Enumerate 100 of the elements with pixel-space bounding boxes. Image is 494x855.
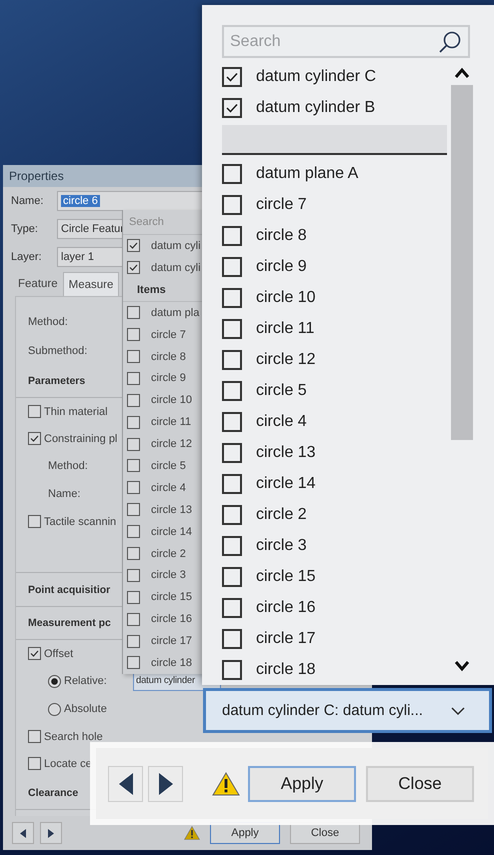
list-item-label[interactable]: datum cylinder C	[256, 68, 376, 86]
checkbox[interactable]	[28, 515, 41, 528]
list-item-label[interactable]: circle 2	[151, 548, 186, 560]
list-item-label[interactable]: circle 5	[256, 382, 307, 400]
checkbox[interactable]	[127, 350, 140, 363]
next-button[interactable]	[148, 766, 183, 802]
apply-button[interactable]: Apply	[248, 766, 356, 802]
checkbox[interactable]	[127, 525, 140, 538]
checkbox[interactable]	[222, 566, 242, 586]
list-item-label[interactable]: circle 9	[151, 372, 186, 384]
list-item-label[interactable]: circle 4	[151, 482, 186, 494]
checkbox[interactable]	[222, 628, 242, 648]
checkbox[interactable]	[127, 261, 140, 274]
list-item-label[interactable]: circle 16	[151, 613, 192, 626]
checkbox[interactable]	[127, 239, 140, 252]
list-item-label[interactable]: circle 14	[256, 474, 316, 492]
list-item-label[interactable]: circle 8	[151, 350, 186, 362]
list-item-label[interactable]: circle 17	[256, 630, 316, 648]
scroll-down-icon[interactable]	[454, 660, 470, 672]
checkbox-label: Offset	[44, 648, 74, 660]
checkbox[interactable]	[222, 598, 242, 618]
list-item-label[interactable]: circle 3	[151, 569, 186, 582]
checkbox[interactable]	[127, 394, 140, 407]
list-item-label[interactable]: circle 15	[256, 568, 316, 586]
list-item-label[interactable]: circle 18	[256, 660, 316, 678]
list-item-label[interactable]: datum pla	[151, 306, 200, 319]
checkbox[interactable]	[222, 350, 242, 370]
checkbox[interactable]	[222, 226, 242, 246]
list-item-label[interactable]: circle 10	[151, 394, 192, 406]
checkbox[interactable]	[127, 481, 140, 494]
previous-button[interactable]	[108, 766, 143, 802]
checkbox[interactable]	[28, 647, 41, 660]
checkbox[interactable]	[222, 504, 242, 524]
list-item-label[interactable]: circle 12	[151, 438, 192, 450]
list-item-label[interactable]: datum plane A	[256, 164, 358, 182]
list-item-label[interactable]: datum cyli	[151, 262, 201, 274]
tab[interactable]: Feature	[13, 272, 63, 296]
list-item-label[interactable]: circle 13	[256, 444, 316, 462]
checkbox-label: Thin material	[44, 406, 108, 418]
list-item-label[interactable]: circle 13	[151, 504, 192, 516]
checkbox[interactable]	[222, 318, 242, 338]
checkbox[interactable]	[222, 66, 242, 86]
checkbox[interactable]	[222, 474, 242, 494]
radio-button[interactable]	[48, 702, 61, 716]
checkbox[interactable]	[28, 432, 41, 445]
checkbox[interactable]	[222, 380, 242, 400]
checkbox[interactable]	[28, 405, 41, 418]
checkbox[interactable]	[222, 288, 242, 308]
scrollbar-thumb[interactable]	[451, 85, 473, 440]
checkbox[interactable]	[127, 568, 140, 582]
checkbox[interactable]	[222, 164, 242, 184]
checkbox[interactable]	[222, 536, 242, 556]
list-item-label[interactable]: circle 12	[256, 350, 316, 368]
list-item-label[interactable]: circle 3	[256, 536, 307, 554]
list-item-label[interactable]: datum cylinder B	[256, 98, 376, 116]
next-button[interactable]	[40, 822, 62, 844]
checkbox-label: Constraining pl	[44, 432, 118, 444]
checkbox[interactable]	[127, 634, 140, 648]
list-item-label[interactable]: circle 4	[256, 412, 307, 430]
list-item-label[interactable]: circle 7	[256, 196, 307, 214]
checkbox[interactable]	[127, 459, 140, 472]
checkbox[interactable]	[127, 547, 140, 560]
scroll-up-icon[interactable]	[454, 67, 470, 79]
checkbox[interactable]	[222, 256, 242, 276]
list-item-label[interactable]: circle 11	[256, 320, 314, 338]
radio-button[interactable]	[48, 674, 61, 688]
checkbox[interactable]	[127, 612, 140, 626]
list-item-label[interactable]: circle 8	[256, 226, 307, 244]
checkbox[interactable]	[28, 757, 41, 770]
list-item-label[interactable]: datum cyli	[151, 240, 201, 252]
dropdown-field[interactable]: datum cylinder C: datum cyli...	[203, 688, 492, 733]
close-button[interactable]: Close	[366, 766, 474, 802]
checkbox[interactable]	[127, 372, 140, 385]
list-item-label[interactable]: circle 14	[151, 526, 192, 538]
list-item-label[interactable]: circle 18	[151, 656, 192, 669]
checkbox[interactable]	[127, 438, 140, 451]
previous-button[interactable]	[12, 822, 34, 844]
section-heading: Measurement pc	[28, 617, 111, 629]
checkbox[interactable]	[28, 730, 41, 743]
checkbox[interactable]	[127, 503, 140, 516]
checkbox[interactable]	[127, 416, 140, 429]
list-item-label[interactable]: circle 15	[151, 591, 192, 604]
checkbox[interactable]	[127, 306, 140, 320]
checkbox[interactable]	[222, 194, 242, 214]
list-item-label[interactable]: circle 2	[256, 506, 307, 524]
list-item-label[interactable]: circle 7	[151, 328, 186, 341]
list-item-label[interactable]: circle 9	[256, 258, 307, 276]
list-item-label[interactable]: circle 10	[256, 288, 316, 306]
list-item-label[interactable]: circle 5	[151, 460, 186, 472]
checkbox[interactable]	[127, 590, 140, 604]
list-item-label[interactable]: circle 16	[256, 598, 316, 616]
checkbox[interactable]	[127, 328, 140, 342]
checkbox[interactable]	[127, 656, 140, 670]
checkbox[interactable]	[222, 412, 242, 432]
list-item-label[interactable]: circle 11	[151, 416, 192, 428]
checkbox[interactable]	[222, 98, 242, 118]
list-item-label[interactable]: circle 17	[151, 635, 192, 648]
checkbox[interactable]	[222, 442, 242, 462]
tab[interactable]: Measure	[62, 272, 120, 296]
checkbox[interactable]	[222, 660, 242, 680]
